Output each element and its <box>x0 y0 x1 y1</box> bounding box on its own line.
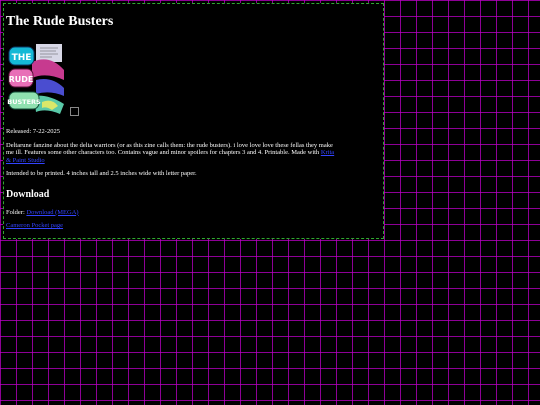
second-link-line: Cameron Pocket page <box>6 222 336 230</box>
folder-line: Folder: Download (MEGA) <box>6 209 336 217</box>
pocket-page-link[interactable]: Cameron Pocket page <box>6 222 63 229</box>
cover-art-image: THE RUDE BUSTERS <box>6 40 66 118</box>
description: Deltarune fanzine about the delta warrio… <box>6 142 336 165</box>
folder-label: Folder: <box>6 208 27 216</box>
cover-art-row: THE RUDE BUSTERS <box>6 40 383 118</box>
cover-art-text-busters: BUSTERS <box>7 98 41 106</box>
print-note: Intended to be printed. 4 inches tall an… <box>6 170 197 177</box>
cover-art-text-rude: RUDE <box>9 75 34 84</box>
release-date: Released: 7-22-2025 <box>6 128 60 135</box>
broken-image-icon <box>70 107 79 116</box>
content-panel: The Rude Busters THE RUDE BUSTERS Releas… <box>3 3 384 239</box>
cover-art-text-the: THE <box>12 53 32 63</box>
description-text: Deltarune fanzine about the delta warrio… <box>6 141 333 157</box>
folder-download-link[interactable]: Download (MEGA) <box>26 209 78 216</box>
page-title: The Rude Busters <box>6 14 114 29</box>
download-heading: Download <box>6 188 50 200</box>
